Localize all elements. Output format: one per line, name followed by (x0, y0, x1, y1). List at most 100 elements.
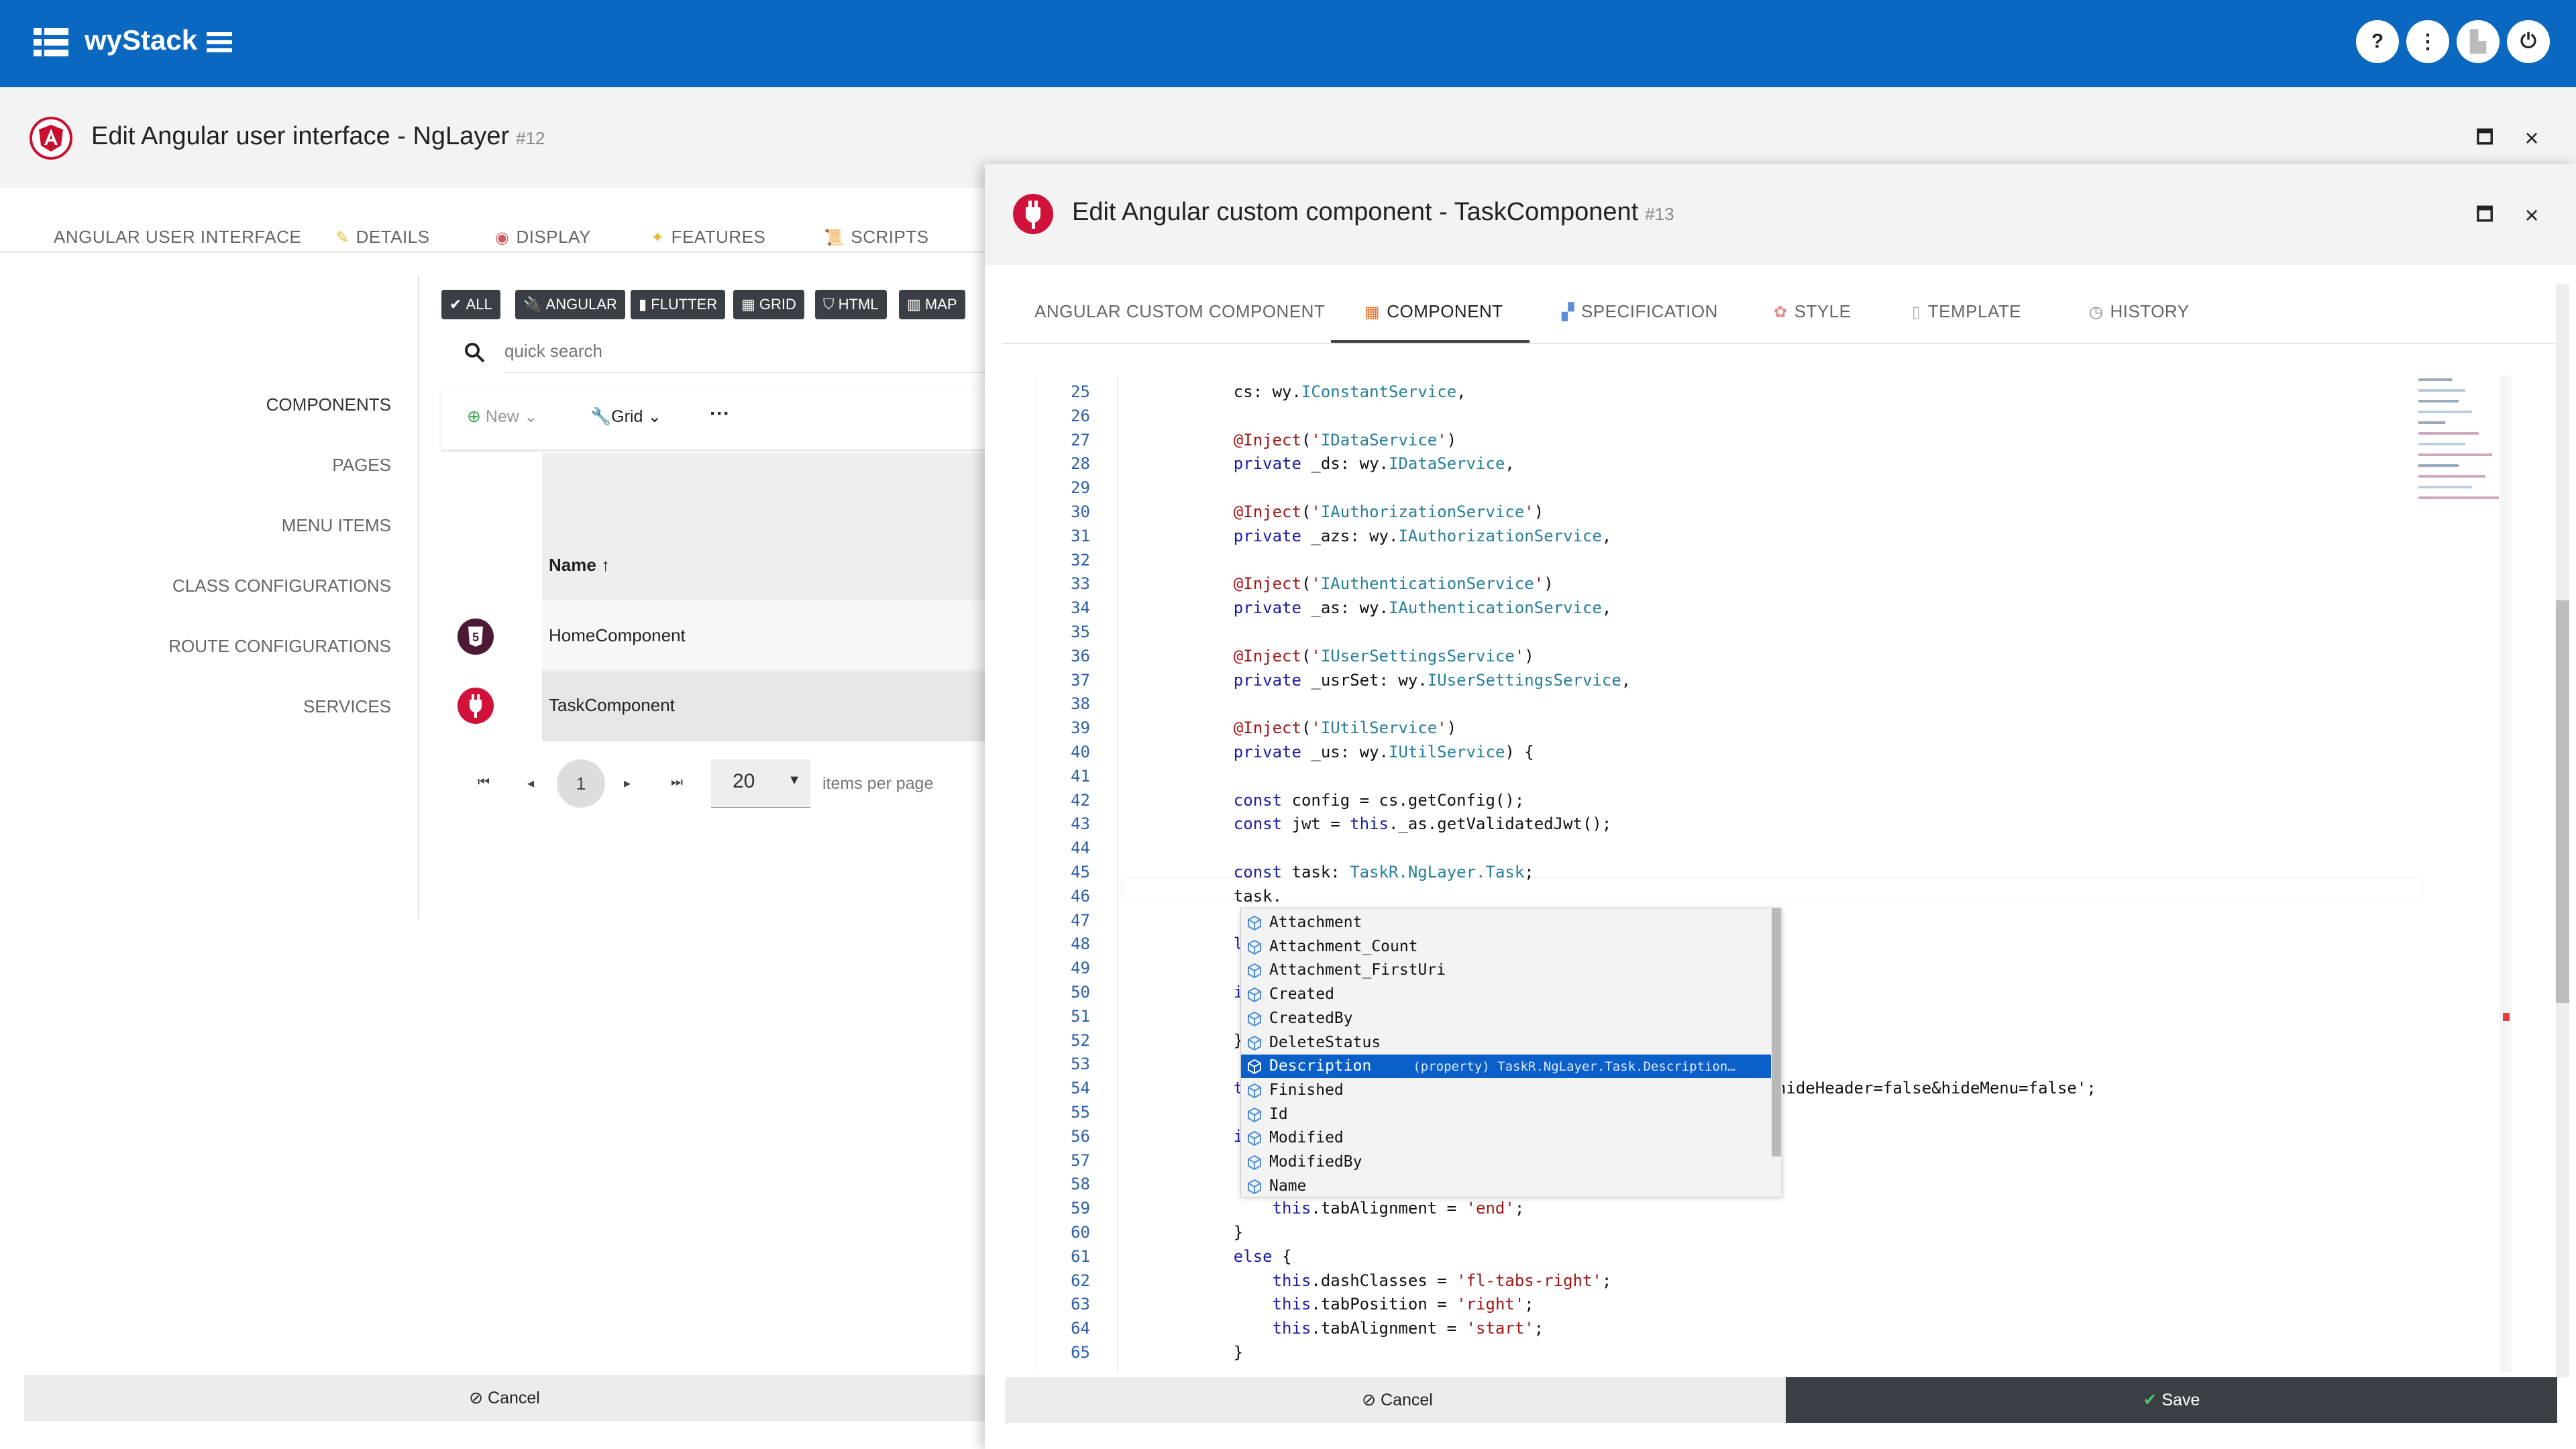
tab-history[interactable]: ◷ HISTORY (2089, 301, 2190, 322)
list-icon[interactable] (32, 24, 70, 62)
suggestion-label: Description (1269, 1057, 1372, 1075)
more-horizontal-icon[interactable]: ··· (710, 402, 730, 425)
suggestion-label: CreatedBy (1269, 1009, 1353, 1027)
tab-details[interactable]: ✎ DETAILS (335, 227, 430, 248)
grid-icon: ▦ (741, 296, 759, 313)
suggestion-item[interactable]: Attachment_FirstUri (1241, 959, 1771, 982)
hamburger-menu-icon[interactable] (205, 28, 233, 56)
filter-flutter[interactable]: ▮ FLUTTER (631, 290, 726, 319)
suggestion-label: Attachment_Count (1269, 937, 1418, 955)
filter-all[interactable]: ✔ ALL (441, 290, 500, 319)
cancel-button[interactable]: ⊘ Cancel (1005, 1377, 1790, 1423)
minimap[interactable] (2418, 376, 2512, 523)
more-vertical-icon[interactable]: ⋮ (2406, 20, 2449, 63)
code-line: private _ds: wy.IDataService, (1233, 454, 1515, 474)
suggestion-item[interactable]: Modified (1241, 1126, 1771, 1150)
column-header-name[interactable]: Name ↑ (549, 555, 610, 576)
quick-search-input[interactable] (504, 330, 985, 373)
prev-page-icon[interactable]: ◂ (527, 775, 534, 792)
line-number: 41 (1071, 766, 1090, 786)
tab-display[interactable]: ◉ DISPLAY (495, 227, 591, 248)
error-marker (2503, 1013, 2510, 1021)
angular-icon (30, 117, 72, 160)
sidebar-item-pages[interactable]: PAGES (332, 455, 391, 476)
help-icon[interactable]: ? (2356, 20, 2399, 63)
code-line: } (1195, 1223, 1244, 1242)
line-number: 28 (1071, 454, 1090, 474)
dropdown-arrow-icon: ▼ (788, 773, 801, 788)
save-button[interactable]: ✔ Save (1786, 1377, 2557, 1423)
tab-component[interactable]: ▦ COMPONENT (1364, 301, 1503, 322)
property-cube-icon (1248, 1059, 1261, 1075)
page-number[interactable]: 1 (557, 759, 605, 808)
filter-grid[interactable]: ▦ GRID (733, 290, 804, 319)
tab-angular-custom-component[interactable]: ANGULAR CUSTOM COMPONENT (1034, 301, 1325, 322)
tab-template[interactable]: ▯ TEMPLATE (1912, 301, 2021, 322)
code-line: private _us: wy.IUtilService) { (1233, 743, 1534, 761)
tab-angular-user-interface[interactable]: ANGULAR USER INTERFACE (54, 227, 301, 248)
sidebar-item-services[interactable]: SERVICES (303, 696, 391, 717)
row-name[interactable]: HomeComponent (549, 625, 686, 646)
sidebar-item-class-configurations[interactable]: CLASS CONFIGURATIONS (172, 576, 391, 596)
gutter-divider (1117, 376, 1118, 1372)
sidebar-item-menu-items[interactable]: MENU ITEMS (282, 515, 391, 536)
tab-specification[interactable]: ▞ SPECIFICATION (1562, 301, 1718, 322)
tab-features[interactable]: ✦ FEATURES (651, 227, 765, 248)
first-page-icon[interactable]: ⏮ (478, 775, 490, 790)
line-number: 40 (1071, 743, 1090, 761)
dialog-scroll-thumb[interactable] (2556, 600, 2569, 1003)
suggestion-item[interactable]: ModifiedBy (1241, 1150, 1771, 1174)
property-cube-icon (1248, 915, 1261, 931)
suggestion-item[interactable]: Attachment_Count (1241, 935, 1771, 959)
parent-cancel-button[interactable]: ⊘ Cancel (24, 1375, 985, 1421)
close-icon[interactable]: × (2518, 124, 2545, 152)
wrench-icon: 🔧 (590, 407, 612, 426)
close-icon[interactable]: × (2518, 201, 2545, 229)
maximize-icon[interactable]: 🗖 (2471, 126, 2498, 153)
line-number: 39 (1071, 718, 1090, 738)
tab-style[interactable]: ✿ STYLE (1774, 301, 1851, 322)
suggestion-item[interactable]: Created (1241, 983, 1771, 1006)
tab-scripts[interactable]: 📜 SCRIPTS (824, 227, 929, 248)
grid-icon: ▦ (1364, 303, 1381, 321)
sparkle-icon: ✦ (651, 229, 665, 247)
line-number: 36 (1071, 646, 1090, 665)
suggest-scrollbar[interactable] (1772, 908, 1781, 1157)
code-editor[interactable]: 25 cs: wy.IConstantService, 26 27 @Inject(… (1036, 376, 2512, 1372)
new-button[interactable]: ⊕ New ⌄ (467, 407, 538, 427)
suggestion-item[interactable]: CreatedBy (1241, 1007, 1771, 1030)
line-number: 52 (1071, 1030, 1090, 1050)
editor-scroll-track[interactable] (2500, 376, 2512, 1372)
suggestion-item[interactable]: DeleteStatus (1241, 1031, 1771, 1055)
property-cube-icon (1248, 963, 1261, 979)
row-name[interactable]: TaskComponent (549, 695, 675, 716)
filter-html[interactable]: ⛉ HTML (815, 290, 887, 319)
property-cube-icon (1248, 1011, 1261, 1026)
suggestion-item[interactable]: Description (property) TaskR.NgLayer.Task… (1241, 1055, 1771, 1079)
next-page-icon[interactable]: ▸ (624, 775, 631, 792)
maximize-icon[interactable]: 🗖 (2471, 203, 2498, 230)
suggestion-item[interactable]: Finished (1241, 1079, 1771, 1102)
code-line: const jwt = this._as.getValidatedJwt(); (1233, 814, 1612, 834)
user-avatar-icon[interactable]: ▙ (2457, 20, 2500, 63)
sidebar-item-route-configurations[interactable]: ROUTE CONFIGURATIONS (168, 636, 391, 657)
autocomplete-popup[interactable]: Attachment Attachment_Count Attachment_Fir… (1240, 908, 1782, 1197)
property-cube-icon (1248, 1035, 1261, 1051)
line-number: 50 (1071, 983, 1090, 1002)
last-page-icon[interactable]: ⏭ (671, 775, 683, 790)
power-icon[interactable]: ⏻ (2507, 20, 2550, 63)
suggestion-item[interactable]: Attachment (1241, 911, 1771, 934)
line-number: 58 (1071, 1175, 1090, 1194)
property-cube-icon (1248, 1083, 1261, 1099)
filter-map[interactable]: ▥ MAP (899, 290, 965, 319)
property-cube-icon (1248, 1131, 1261, 1146)
line-number: 65 (1071, 1343, 1090, 1362)
code-line: const task: TaskR.NgLayer.Task; (1233, 863, 1534, 881)
grid-view-button[interactable]: 🔧Grid ⌄ (590, 407, 661, 427)
suggestion-item[interactable]: Name (1241, 1175, 1771, 1198)
sidebar-item-components[interactable]: COMPONENTS (266, 394, 391, 415)
suggestion-item[interactable]: Id (1241, 1103, 1771, 1126)
filter-angular[interactable]: 🔌 ANGULAR (515, 290, 625, 319)
per-page-select[interactable]: 20 ▼ (711, 759, 810, 808)
html5-icon: 5 (458, 619, 494, 655)
